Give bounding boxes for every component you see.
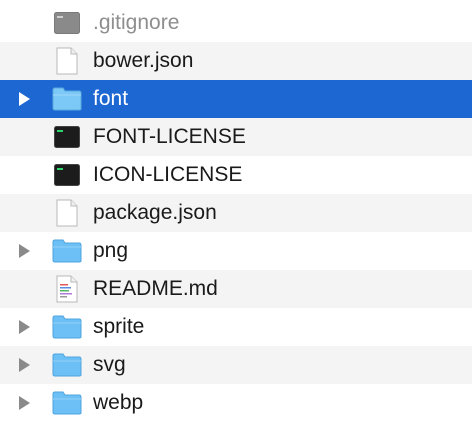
markdown-doc-icon xyxy=(52,275,82,303)
terminal-doc-icon xyxy=(52,161,82,189)
disclosure-triangle-icon[interactable] xyxy=(16,91,32,107)
disclosure-triangle-icon[interactable] xyxy=(16,357,32,373)
list-item[interactable]: README.md xyxy=(0,270,472,308)
file-name: font xyxy=(93,87,129,110)
folder-icon xyxy=(52,389,82,417)
list-item[interactable]: webp xyxy=(0,384,472,422)
file-name: bower.json xyxy=(93,49,194,72)
file-name: package.json xyxy=(93,201,217,224)
file-name: FONT-LICENSE xyxy=(93,125,246,148)
terminal-doc-icon xyxy=(52,9,82,37)
file-name: svg xyxy=(93,353,126,376)
disclosure-triangle-icon[interactable] xyxy=(16,243,32,259)
list-item[interactable]: ICON-LICENSE xyxy=(0,156,472,194)
list-item[interactable]: svg xyxy=(0,346,472,384)
list-item[interactable]: package.json xyxy=(0,194,472,232)
document-icon xyxy=(52,47,82,75)
list-item[interactable]: font xyxy=(0,80,472,118)
list-item[interactable]: png xyxy=(0,232,472,270)
file-name: README.md xyxy=(93,277,218,300)
file-name: sprite xyxy=(93,315,145,338)
folder-icon xyxy=(52,85,82,113)
folder-icon xyxy=(52,313,82,341)
list-item[interactable]: FONT-LICENSE xyxy=(0,118,472,156)
folder-icon xyxy=(52,351,82,379)
file-name: .gitignore xyxy=(93,11,180,34)
disclosure-triangle-icon[interactable] xyxy=(16,319,32,335)
file-name: png xyxy=(93,239,129,262)
file-name: ICON-LICENSE xyxy=(93,163,243,186)
disclosure-triangle-icon[interactable] xyxy=(16,395,32,411)
terminal-doc-icon xyxy=(52,123,82,151)
list-item[interactable]: sprite xyxy=(0,308,472,346)
list-item[interactable]: bower.json xyxy=(0,42,472,80)
list-item[interactable]: .gitignore xyxy=(0,4,472,42)
file-list: .gitignore bower.json font FONT-LICENSE … xyxy=(0,0,472,430)
file-name: webp xyxy=(93,391,144,414)
folder-icon xyxy=(52,237,82,265)
document-icon xyxy=(52,199,82,227)
